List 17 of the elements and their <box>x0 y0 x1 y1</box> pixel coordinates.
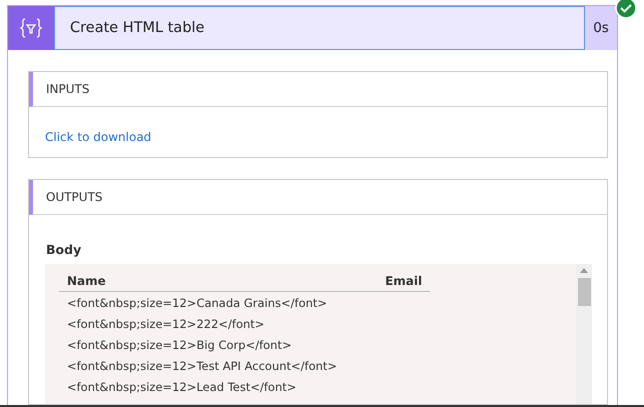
download-link[interactable]: Click to download <box>45 130 152 144</box>
body-label: Body <box>46 242 82 257</box>
table-cell-text: <font&nbsp;size=12>222</font> <box>66 316 266 332</box>
table-cell-text: <font&nbsp;size=12>Test API Account</font> <box>66 358 338 374</box>
braces-icon <box>8 6 54 50</box>
scrollbar[interactable] <box>576 264 592 404</box>
duration-label: 0s <box>592 19 610 38</box>
table-cell-text: <font&nbsp;size=12>Lead Test</font> <box>66 378 298 396</box>
section-header: OUTPUTS <box>29 180 607 215</box>
column-header: Email <box>345 270 430 292</box>
column-header: Name <box>59 270 346 292</box>
action-title: Create HTML table <box>54 6 585 50</box>
scroll-thumb[interactable] <box>578 278 590 306</box>
table-cell: <font&nbsp;size=12>Canada Grains</font> <box>59 292 346 313</box>
table-cell-text: <font&nbsp;size=12>Big Corp</font> <box>66 336 293 354</box>
scroll-up-icon[interactable] <box>580 268 588 273</box>
section-header: INPUTS <box>29 72 607 107</box>
